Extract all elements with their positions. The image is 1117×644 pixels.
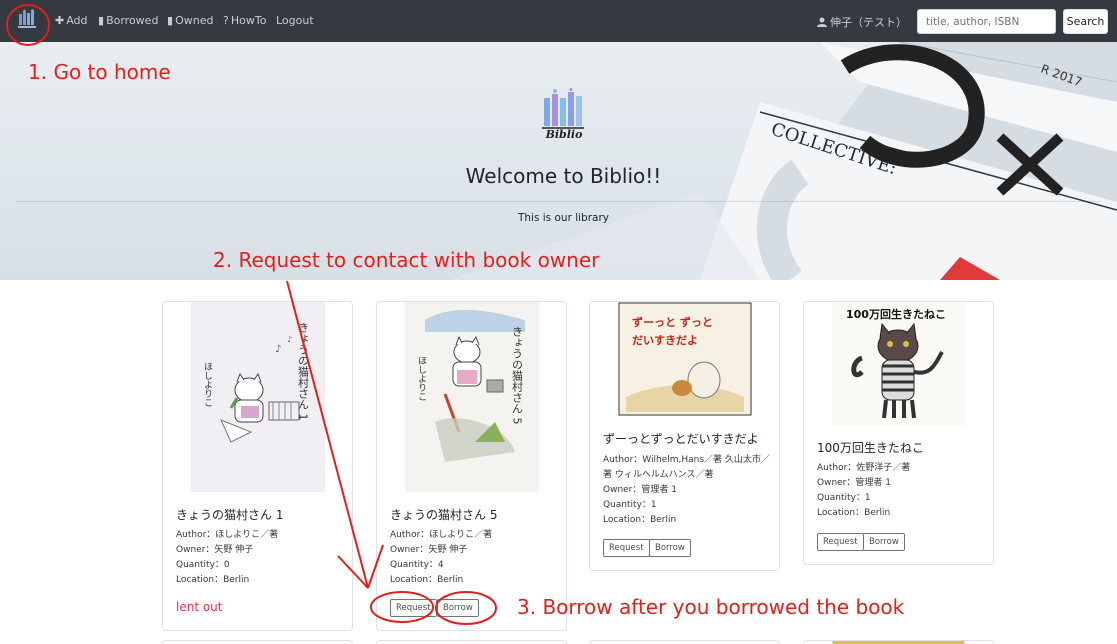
book-quantity: Quantity：1 xyxy=(817,493,871,503)
book-location: Location：Berlin xyxy=(390,575,464,585)
book-owner: Owner：管理者 1 xyxy=(603,485,677,495)
book-author-line2: 著 ウィルヘルムハンス／著 xyxy=(603,470,714,480)
book-card: ずーっと ずっと だいすきだよ ずーっとずっとだいすきだよ Author：Wil… xyxy=(589,301,780,571)
book-card: きょうの猫村さん 1 ほしよりこ ♪ ♪ きょうの猫村さん 1 Author：ほ… xyxy=(162,301,353,631)
question-icon: ? xyxy=(223,14,229,27)
svg-text:♪: ♪ xyxy=(275,344,281,355)
plus-icon: ✚ xyxy=(55,14,65,27)
book-cover-image[interactable]: きょうの猫村さん 5 ほしよりこ xyxy=(405,302,539,492)
book-cover-image[interactable]: 100万回生きたねこ xyxy=(832,302,966,426)
page-title: Welcome to Biblio!! xyxy=(465,164,662,188)
nav-howto-link[interactable]: ? HowTo xyxy=(223,14,266,27)
annotation-step3: 3. Borrow after you borrowed the book xyxy=(517,595,905,619)
nav-owned-link[interactable]: ▮ Owned xyxy=(167,14,213,27)
search-button[interactable]: Search xyxy=(1063,9,1108,34)
book-icon: ▮ xyxy=(167,14,174,27)
nav-user-menu[interactable]: 伸子（テスト） xyxy=(816,14,907,30)
book-location: Location：Berlin xyxy=(603,515,677,525)
book-location: Location：Berlin xyxy=(176,575,250,585)
borrow-button[interactable]: Borrow xyxy=(649,539,691,557)
annotation-step1: 1. Go to home xyxy=(28,60,171,84)
book-card: 100万回生きたねこ 100万回生きたねこ Author：佐野洋子／著 Owne… xyxy=(803,301,994,565)
nav-howto-label: HowTo xyxy=(230,14,267,27)
book-author: Author：佐野洋子／著 xyxy=(817,463,911,473)
book-meta: Author：佐野洋子／著 Owner：管理者 1 Quantity：1 Loc… xyxy=(817,461,910,521)
book-author: Author：ほしよりこ／著 xyxy=(176,530,279,540)
nav-user-label: 伸子（テスト） xyxy=(830,16,907,29)
lent-out-status: lent out xyxy=(176,600,223,614)
cover-author-text: ほしよりこ xyxy=(416,356,426,401)
nav-add-link[interactable]: ✚ Add xyxy=(55,14,88,27)
book-icon: ▮ xyxy=(98,14,105,27)
book-quantity: Quantity：0 xyxy=(176,560,230,570)
book-owner: Owner：管理者 1 xyxy=(817,478,891,488)
book-card-next-row xyxy=(589,640,780,644)
book-owner: Owner：矢野 伸子 xyxy=(176,545,254,555)
hero-divider xyxy=(16,201,1101,202)
nav-logout-label: Logout xyxy=(276,14,314,27)
book-title[interactable]: ずーっとずっとだいすきだよ xyxy=(603,430,759,447)
request-button[interactable]: Request xyxy=(603,539,650,557)
hero-logo-text: Biblio xyxy=(545,128,583,141)
nav-borrowed-label: Borrowed xyxy=(106,14,159,27)
navbar: ✚ Add ▮ Borrowed ▮ Owned ? HowTo Logout 伸子（テ… xyxy=(0,0,1117,42)
book-meta: Author：ほしよりこ／著 Owner：矢野 伸子 Quantity：0 Lo… xyxy=(176,528,278,588)
book-author: Author：ほしよりこ／著 xyxy=(390,530,493,540)
book-cover-image[interactable]: ずーっと ずっと だいすきだよ xyxy=(618,302,752,416)
cover-author-text: ほしよりこ xyxy=(202,362,212,407)
book-quantity: Quantity：1 xyxy=(603,500,657,510)
cover-title-text: きょうの猫村さん 1 xyxy=(297,322,310,421)
cover-title-text: 100万回生きたねこ xyxy=(846,307,946,321)
borrow-button[interactable]: Borrow xyxy=(863,533,905,551)
nav-add-label: Add xyxy=(66,14,88,27)
book-title[interactable]: 100万回生きたねこ xyxy=(817,439,924,456)
search-input[interactable] xyxy=(917,9,1056,34)
book-cover-image[interactable]: きょうの猫村さん 1 ほしよりこ ♪ ♪ xyxy=(191,302,325,492)
nav-borrowed-link[interactable]: ▮ Borrowed xyxy=(98,14,158,27)
request-button[interactable]: Request xyxy=(817,533,864,551)
book-card-next-row xyxy=(803,640,994,644)
borrow-button[interactable]: Borrow xyxy=(437,599,479,617)
nav-logout-link[interactable]: Logout xyxy=(276,14,314,27)
biblio-logo-icon[interactable] xyxy=(18,9,38,31)
book-meta: Author：ほしよりこ／著 Owner：矢野 伸子 Quantity：4 Lo… xyxy=(390,528,492,588)
book-card-next-row xyxy=(162,640,353,644)
svg-text:♪: ♪ xyxy=(287,335,292,344)
book-card-next-row xyxy=(376,640,567,644)
cover-title-text: きょうの猫村さん 5 xyxy=(511,326,524,425)
cover-title-line2: だいすきだよ xyxy=(632,334,698,347)
nav-owned-label: Owned xyxy=(175,14,214,27)
user-icon xyxy=(816,16,831,29)
annotation-step2: 2. Request to contact with book owner xyxy=(213,248,600,272)
book-owner: Owner：矢野 伸子 xyxy=(390,545,468,555)
cover-title-line1: ずーっと ずっと xyxy=(632,315,713,329)
book-card: きょうの猫村さん 5 ほしよりこ きょうの猫村さん 5 Author：ほしよりこ… xyxy=(376,301,567,631)
book-title[interactable]: きょうの猫村さん 1 xyxy=(176,506,283,523)
book-author-line1: Author：Wilhelm,Hans／著 久山太市／ xyxy=(603,455,770,465)
book-quantity: Quantity：4 xyxy=(390,560,444,570)
book-meta: Author：Wilhelm,Hans／著 久山太市／ 著 ウィルヘルムハンス／… xyxy=(603,453,770,528)
book-title[interactable]: きょうの猫村さん 5 xyxy=(390,506,497,523)
hero-subtitle: This is our library xyxy=(517,212,610,224)
request-button[interactable]: Request xyxy=(390,599,437,617)
book-location: Location：Berlin xyxy=(817,508,891,518)
